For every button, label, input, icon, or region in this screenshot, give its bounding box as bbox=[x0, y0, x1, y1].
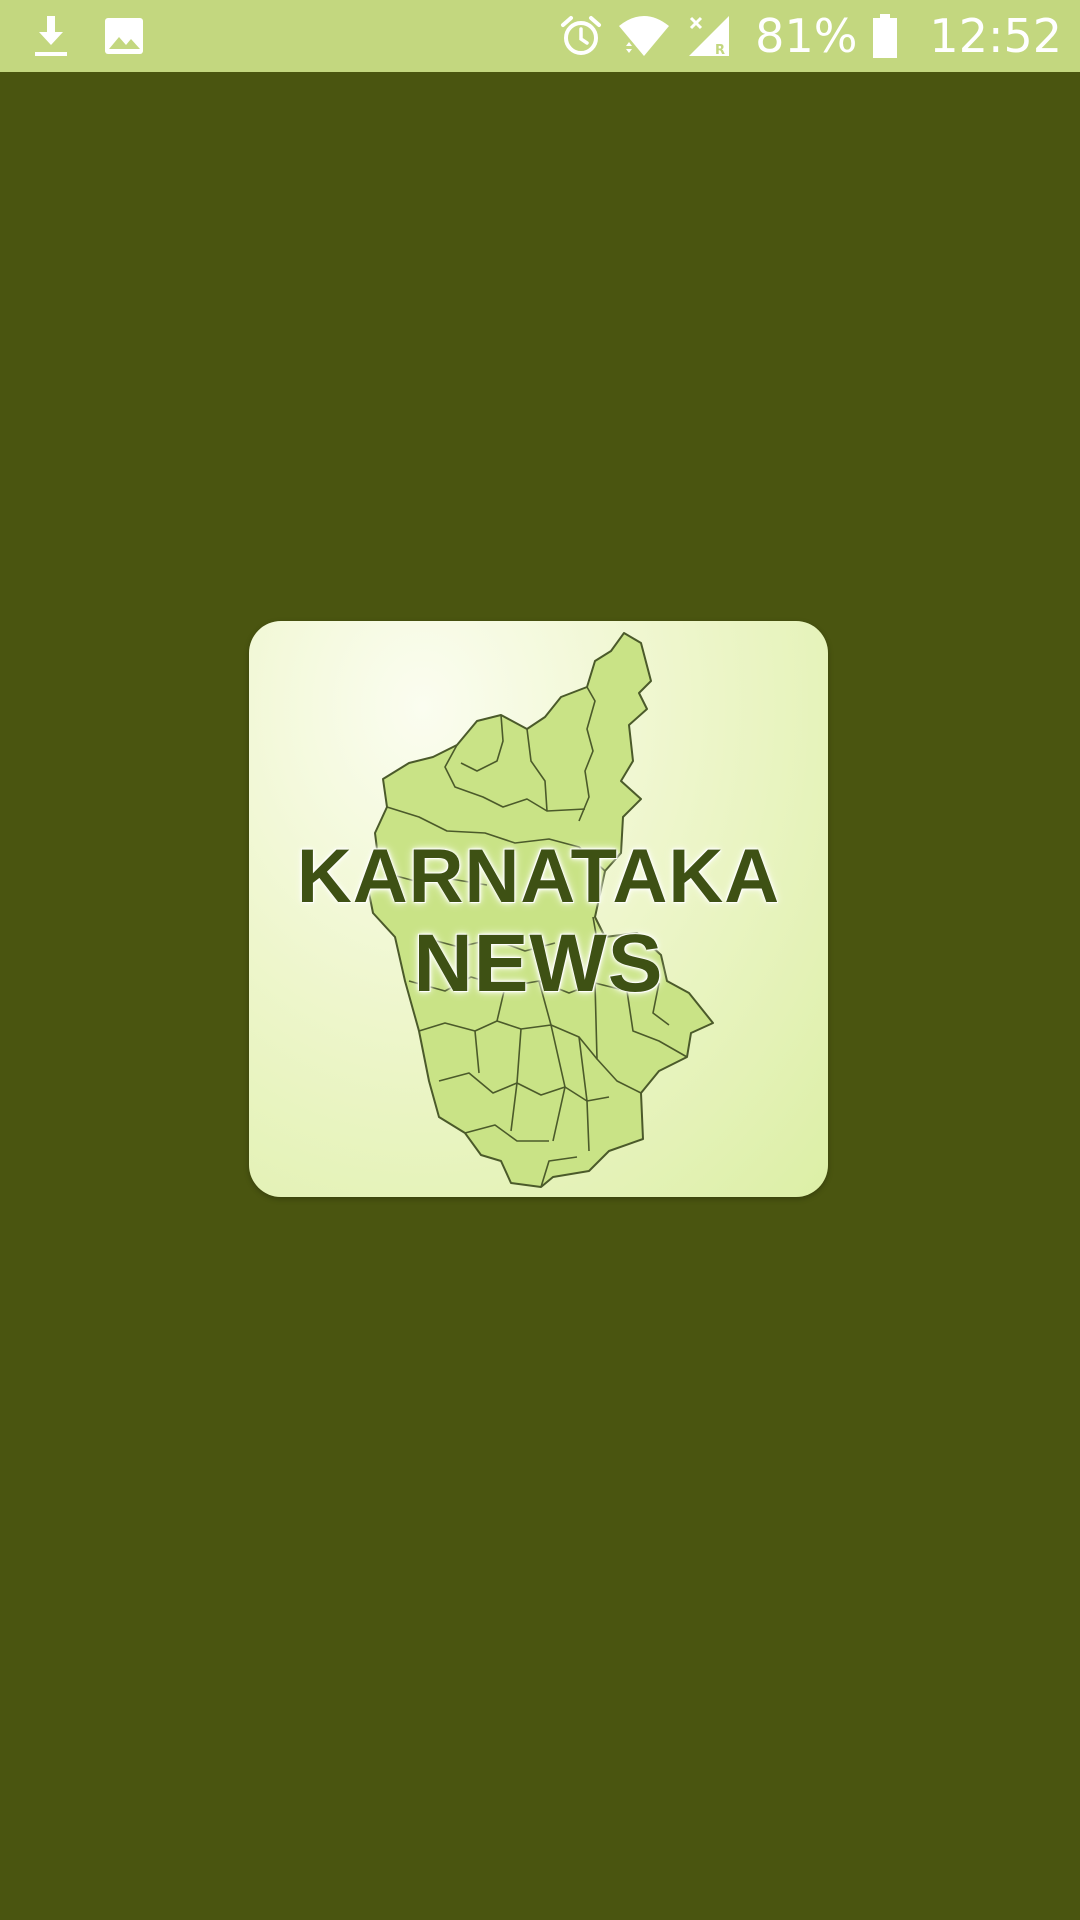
splash-screen: KARNATAKA NEWS bbox=[0, 72, 1080, 1920]
wifi-icon bbox=[617, 14, 671, 58]
alarm-icon bbox=[559, 14, 603, 58]
status-clock: 12:52 bbox=[929, 9, 1062, 63]
logo-title-line2: NEWS bbox=[413, 918, 664, 1009]
status-bar: R 81% 12:52 bbox=[0, 0, 1080, 72]
status-bar-notifications bbox=[32, 0, 144, 72]
app-logo: KARNATAKA NEWS bbox=[249, 621, 828, 1197]
svg-text:R: R bbox=[715, 43, 725, 58]
signal-roaming-icon: R bbox=[685, 14, 733, 58]
image-icon bbox=[104, 16, 144, 56]
logo-title-line1: KARNATAKA bbox=[296, 834, 781, 919]
battery-percentage: 81% bbox=[755, 9, 858, 63]
status-bar-system: R 81% 12:52 bbox=[559, 0, 1062, 72]
battery-icon bbox=[871, 13, 899, 59]
download-icon bbox=[32, 14, 70, 58]
